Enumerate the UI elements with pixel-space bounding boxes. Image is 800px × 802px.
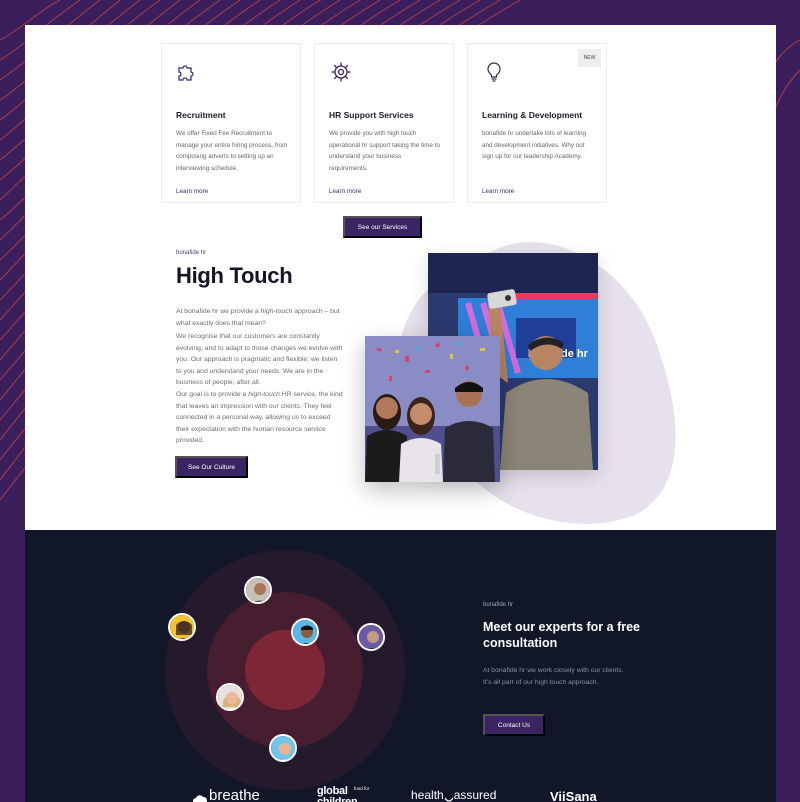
expert-avatar	[291, 618, 319, 646]
cloud-icon	[193, 791, 207, 802]
puzzle-icon	[176, 60, 200, 84]
high-touch-paragraph: We recognise that our customers are cons…	[176, 333, 343, 387]
service-card-recruitment: Recruitment We offer Fixed Fee Recruitme…	[161, 43, 301, 203]
service-description: bonafide hr undertake lots of learning a…	[482, 130, 586, 160]
assured-logo-text: assured	[453, 788, 497, 802]
expert-avatar	[216, 683, 244, 711]
global-fund-for-children-logo: global fund for children	[317, 785, 373, 802]
learn-more-link[interactable]: Learn more	[329, 188, 361, 195]
high-touch-goal: Our goal is to provide a high-touch HR s…	[176, 391, 343, 445]
breathe-logo: breathe	[193, 788, 260, 802]
expert-avatar	[357, 623, 385, 651]
expert-avatar	[269, 734, 297, 762]
service-description: We offer Fixed Fee Recruitment to manage…	[176, 130, 288, 172]
service-title: HR Support Services	[329, 110, 414, 120]
high-touch-title: High Touch	[176, 263, 293, 288]
consultation-text: At bonafide hr we work closely with our …	[483, 667, 624, 686]
gear-icon	[329, 60, 353, 84]
page-frame: Recruitment We offer Fixed Fee Recruitme…	[25, 25, 776, 802]
smile-icon	[444, 791, 454, 802]
expert-avatar	[244, 576, 272, 604]
consultation-section: bonafide hr Meet our experts for a free …	[25, 530, 776, 802]
service-card-learning: NEW Learning & Development bonafide hr u…	[467, 43, 607, 203]
lightbulb-icon	[482, 60, 506, 84]
learn-more-link[interactable]: Learn more	[176, 188, 208, 195]
high-touch-eyebrow: bonafide hr	[176, 250, 207, 256]
service-title: Recruitment	[176, 110, 226, 120]
viisana-logo: ViiSana	[550, 789, 597, 802]
health-logo-text: health	[411, 788, 444, 802]
contact-us-button[interactable]: Contact Us	[483, 714, 545, 736]
service-card-hr-support: HR Support Services We provide you with …	[314, 43, 454, 203]
team-group-photo	[365, 336, 500, 482]
children-logo-text: children	[317, 796, 358, 802]
health-assured-logo: health assured	[411, 788, 497, 802]
services-section: Recruitment We offer Fixed Fee Recruitme…	[25, 25, 776, 530]
see-culture-button[interactable]: See Our Culture	[175, 456, 248, 478]
consultation-title: Meet our experts for a free consultation	[483, 620, 640, 650]
high-touch-intro: At bonafide hr we provide a high-touch a…	[176, 308, 340, 327]
expert-avatar	[168, 613, 196, 641]
new-badge: NEW	[578, 49, 601, 67]
learn-more-link[interactable]: Learn more	[482, 188, 514, 195]
consultation-eyebrow: bonafide hr	[483, 602, 514, 608]
service-title: Learning & Development	[482, 110, 583, 120]
breathe-logo-text: breathe	[209, 787, 260, 802]
fund-for-logo-text: fund for	[354, 786, 370, 791]
service-description: We provide you with high touch operation…	[329, 130, 440, 172]
